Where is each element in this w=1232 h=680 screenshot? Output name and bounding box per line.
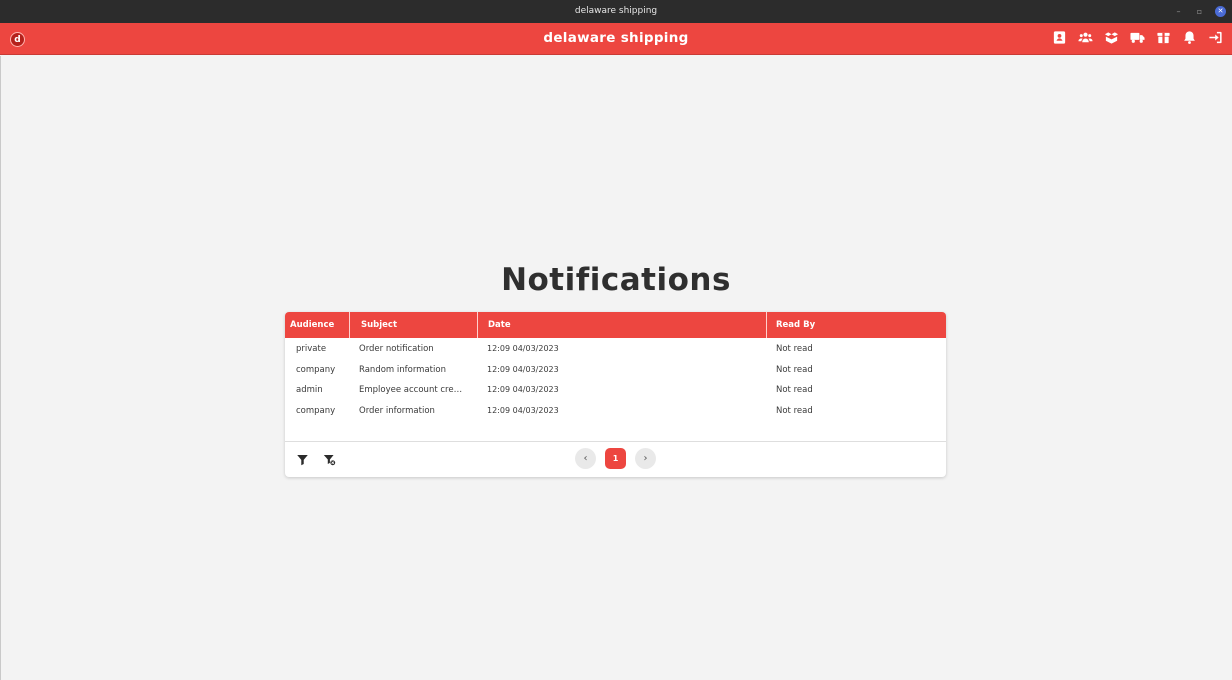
page-1-button[interactable]: 1 [605,448,626,469]
cell-read-by: Not read [776,385,813,395]
window-title: delaware shipping [574,6,658,16]
window-titlebar: delaware shipping – ▫ ✕ [0,0,1232,23]
column-header-subject[interactable]: Subject [349,312,477,338]
page-left-border [0,56,1,680]
table-row[interactable]: company Order information 12:09 04/03/20… [285,401,946,421]
previous-page-button[interactable]: ‹ [575,448,596,469]
cell-date: 12:09 04/03/2023 [487,344,559,353]
page-title: Notifications [501,262,731,298]
table-row[interactable]: admin Employee account cre… 12:09 04/03/… [285,380,946,400]
cell-subject: Employee account cre… [359,385,463,395]
maximize-icon[interactable]: ▫ [1194,6,1205,17]
table-row[interactable]: private Order notification 12:09 04/03/2… [285,339,946,359]
pagination: ‹ 1 › [575,448,656,469]
cell-subject: Random information [359,364,446,375]
column-header-date[interactable]: Date [477,312,766,338]
boxes-icon[interactable] [1103,29,1120,46]
app-title: delaware shipping [543,30,689,46]
cell-audience: admin [296,385,323,395]
column-header-audience[interactable]: Audience [285,312,349,338]
users-icon[interactable] [1077,29,1094,46]
cell-read-by: Not read [776,344,813,354]
minimize-icon[interactable]: – [1173,6,1184,17]
cell-subject: Order information [359,405,435,416]
table-row[interactable]: company Random information 12:09 04/03/2… [285,360,946,380]
cell-read-by: Not read [776,405,813,416]
window-controls: – ▫ ✕ [1173,0,1226,23]
package-icon[interactable] [1155,29,1172,46]
cell-date: 12:09 04/03/2023 [487,385,559,394]
cell-date: 12:09 04/03/2023 [487,364,559,374]
table-header: Audience Subject Date Read By [285,312,946,338]
close-icon[interactable]: ✕ [1215,6,1226,17]
truck-icon[interactable] [1129,29,1146,46]
cell-read-by: Not read [776,364,813,375]
contact-card-icon[interactable] [1051,29,1068,46]
cell-subject: Order notification [359,344,434,354]
notifications-table-card: Audience Subject Date Read By private Or… [285,312,946,477]
bell-icon[interactable] [1181,29,1198,46]
filter-icon[interactable] [294,451,310,467]
cell-audience: private [296,344,327,354]
cell-audience: company [296,405,336,416]
cell-audience: company [296,364,336,375]
header-nav [1051,29,1224,46]
next-page-button[interactable]: › [635,448,656,469]
column-header-read-by[interactable]: Read By [766,312,946,338]
clear-filter-icon[interactable] [321,451,337,467]
cell-date: 12:09 04/03/2023 [487,405,559,415]
table-footer-divider [285,441,946,442]
logout-icon[interactable] [1207,29,1224,46]
app-header: d delaware shipping [0,23,1232,55]
